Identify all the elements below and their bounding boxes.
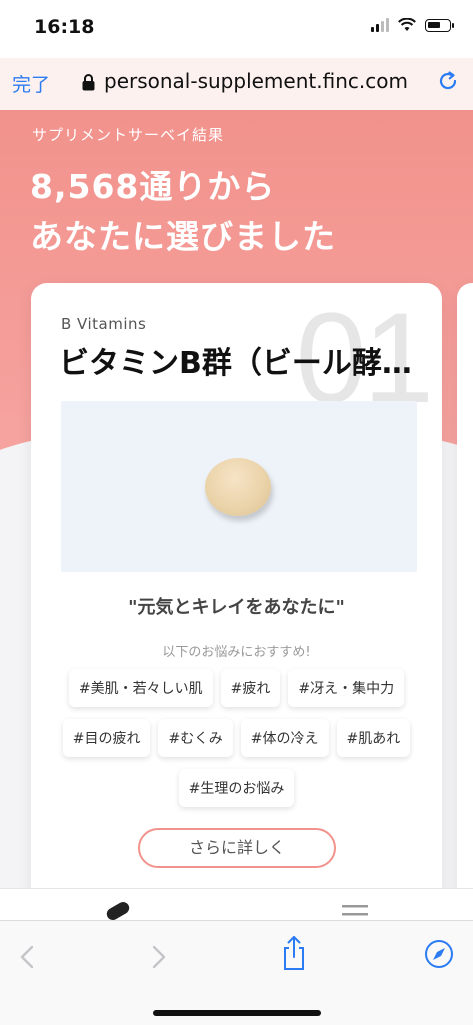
status-time: 16:18 xyxy=(34,16,95,38)
concern-tag[interactable]: #むくみ xyxy=(158,719,233,757)
concern-tag[interactable]: #冴え・集中力 xyxy=(288,669,405,707)
concern-tag[interactable]: #肌あれ xyxy=(336,719,411,757)
lock-icon xyxy=(82,74,95,91)
capsule-icon[interactable] xyxy=(100,901,134,921)
concern-tag[interactable]: #疲れ xyxy=(220,669,281,707)
chevron-right-icon[interactable] xyxy=(144,943,172,971)
hero-title-line2: あなたに選びました xyxy=(30,217,336,256)
battery-icon xyxy=(425,18,454,32)
more-details-button[interactable]: さらに詳しく xyxy=(138,828,336,868)
concern-tag[interactable]: #目の疲れ xyxy=(62,719,151,757)
hero-title: 8,568通りから あなたに選びました xyxy=(30,162,336,262)
hero-subtitle: サプリメントサーベイ結果 xyxy=(32,126,225,144)
supplement-card[interactable]: 01 B Vitamins ビタミンB群（ビール酵… "元気とキレイをあなたに"… xyxy=(31,283,442,903)
status-icons xyxy=(371,18,454,32)
reload-icon[interactable] xyxy=(437,70,459,92)
catchphrase: "元気とキレイをあなたに" xyxy=(128,597,345,618)
share-icon[interactable] xyxy=(280,935,308,971)
site-tab-bar xyxy=(0,888,473,921)
tablet-image xyxy=(205,458,271,516)
concern-tag[interactable]: #美肌・若々しい肌 xyxy=(68,669,213,707)
concern-tag[interactable]: #体の冷え xyxy=(240,719,329,757)
menu-icon[interactable] xyxy=(342,903,368,919)
next-supplement-card[interactable] xyxy=(457,283,473,903)
compass-icon[interactable] xyxy=(424,939,454,969)
status-bar: 16:18 xyxy=(0,0,473,58)
done-button[interactable]: 完了 xyxy=(12,70,50,97)
concern-tags: #美肌・若々しい肌 #疲れ #冴え・集中力 #目の疲れ #むくみ #体の冷え #… xyxy=(51,669,422,807)
browser-toolbar xyxy=(0,920,473,1025)
signal-icon xyxy=(371,18,389,32)
recommend-label: 以下のお悩みにおすすめ! xyxy=(162,645,311,660)
supplement-category: B Vitamins xyxy=(61,315,147,333)
supplement-name: ビタミンB群（ビール酵… xyxy=(59,346,412,381)
wifi-icon xyxy=(398,18,416,31)
url-text[interactable]: personal-supplement.finc.com xyxy=(104,69,412,93)
browser-url-bar: 完了 personal-supplement.finc.com xyxy=(0,58,473,110)
chevron-left-icon[interactable] xyxy=(14,943,42,971)
home-indicator xyxy=(153,1010,321,1016)
supplement-image xyxy=(61,401,417,572)
hero-title-line1: 8,568通りから xyxy=(30,167,276,206)
concern-tag[interactable]: #生理のお悩み xyxy=(178,769,295,807)
